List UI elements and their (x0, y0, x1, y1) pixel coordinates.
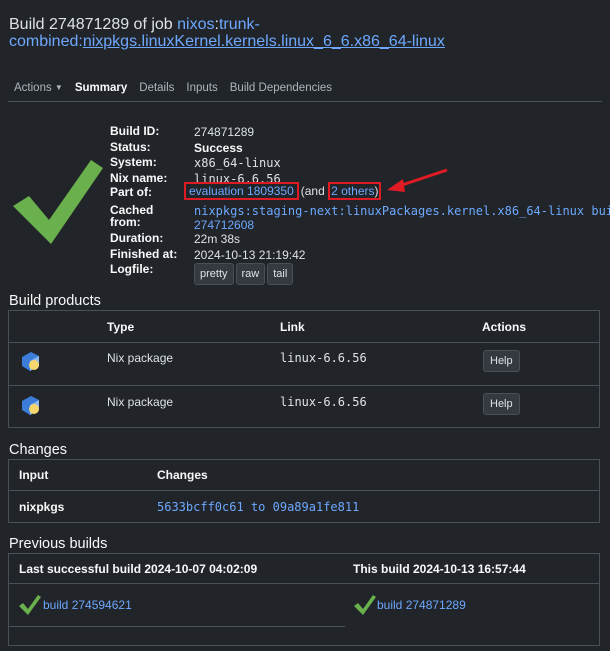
to-rev: 09a89a1fe811 (272, 500, 360, 514)
status-label: Status: (110, 140, 151, 154)
col-input: Input (19, 468, 49, 482)
title-prefix: Build 274871289 of job (9, 16, 178, 33)
cached-from-build-link[interactable]: 274712608 (194, 218, 254, 232)
changes-heading: Changes (9, 442, 68, 458)
col-actions: Actions (482, 320, 527, 334)
part-of-label: Part of: (110, 185, 152, 199)
divider (9, 626, 345, 627)
divider (9, 490, 599, 491)
product-type: Nix package (107, 351, 174, 365)
build-products-table: Type Link Actions Nix package linux-6.6.… (8, 310, 600, 428)
change-range-link[interactable]: 5633bcff0c61 to 09a89a1fe811 (157, 500, 359, 514)
log-pretty-button[interactable]: pretty (194, 263, 234, 285)
nix-name-label: Nix name: (110, 171, 168, 185)
duration-label: Duration: (110, 231, 164, 245)
finished-at-label: Finished at: (110, 247, 178, 261)
evaluation-highlight: evaluation 1809350 (184, 182, 299, 200)
and-text: (and (300, 184, 329, 198)
log-raw-button[interactable]: raw (235, 263, 266, 285)
others-highlight: 2 others) (328, 182, 382, 200)
status-value: Success (194, 141, 243, 155)
project-link[interactable]: nixos (177, 16, 214, 33)
col-changes: Changes (157, 468, 208, 482)
logfile-label: Logfile: (110, 262, 154, 276)
success-check-icon (354, 595, 376, 615)
changes-table: Input Changes nixpkgs 5633bcff0c61 to 09… (8, 459, 600, 523)
cached-label-line2: from: (110, 215, 141, 229)
part-of-value: evaluation 1809350 (and 2 others) (184, 182, 382, 200)
last-successful-header: Last successful build 2024-10-07 04:02:0… (19, 562, 258, 576)
from-rev: 5633bcff0c61 (157, 500, 244, 514)
cached-from-label: Cached from: (110, 204, 153, 228)
chevron-down-icon: ▼ (54, 83, 63, 92)
system-label: System: (110, 155, 157, 169)
divider (9, 583, 599, 584)
col-link: Link (280, 320, 305, 334)
divider (9, 385, 599, 386)
tab-summary[interactable]: Summary (69, 76, 133, 102)
change-input-name: nixpkgs (19, 500, 65, 514)
tab-label: Actions (14, 82, 52, 94)
job-link[interactable]: nixpkgs.linuxKernel.kernels.linux_6_6.x8… (83, 33, 445, 50)
help-button[interactable]: Help (483, 393, 520, 415)
success-check-icon (13, 160, 103, 244)
logfile-buttons: pretty raw tail (194, 263, 295, 285)
annotation-arrow-icon (387, 168, 448, 192)
duration-value: 22m 38s (194, 232, 241, 246)
finished-at-value: 2024-10-13 21:19:42 (194, 248, 306, 262)
evaluation-link[interactable]: evaluation 1809350 (189, 184, 294, 198)
tab-bar: Actions ▼ Summary Details Inputs Build D… (8, 76, 338, 102)
tab-inputs[interactable]: Inputs (180, 76, 223, 102)
build-products-heading: Build products (9, 293, 101, 309)
product-link[interactable]: linux-6.6.56 (280, 395, 367, 409)
close-paren: ) (374, 184, 379, 198)
product-type: Nix package (107, 395, 174, 409)
previous-builds-heading: Previous builds (9, 536, 108, 552)
tab-actions[interactable]: Actions ▼ (8, 76, 69, 102)
success-check-icon (19, 595, 41, 615)
cached-from-value: nixpkgs:staging-next:linuxPackages.kerne… (194, 204, 610, 232)
previous-builds-table: Last successful build 2024-10-07 04:02:0… (8, 553, 600, 646)
build-id-value: 274871289 (194, 125, 255, 139)
tab-details[interactable]: Details (133, 76, 180, 102)
package-icon (22, 352, 39, 371)
help-button[interactable]: Help (483, 350, 520, 372)
divider (9, 342, 599, 343)
this-build-header: This build 2024-10-13 16:57:44 (353, 562, 526, 576)
page-title: Build 274871289 of job nixos:trunk-combi… (9, 16, 604, 50)
col-type: Type (107, 320, 135, 334)
cached-from-link[interactable]: nixpkgs:staging-next:linuxPackages.kerne… (194, 204, 610, 218)
system-value: x86_64-linux (194, 156, 281, 170)
product-link[interactable]: linux-6.6.56 (280, 351, 367, 365)
tab-divider (8, 101, 602, 102)
package-icon (22, 396, 39, 415)
this-build-link[interactable]: build 274871289 (377, 598, 466, 612)
others-link[interactable]: 2 others (331, 184, 374, 198)
log-tail-button[interactable]: tail (267, 263, 294, 285)
last-successful-build-link[interactable]: build 274594621 (43, 598, 132, 612)
tab-build-dependencies[interactable]: Build Dependencies (224, 76, 338, 102)
build-id-label: Build ID: (110, 124, 160, 138)
to-word: to (250, 500, 266, 514)
